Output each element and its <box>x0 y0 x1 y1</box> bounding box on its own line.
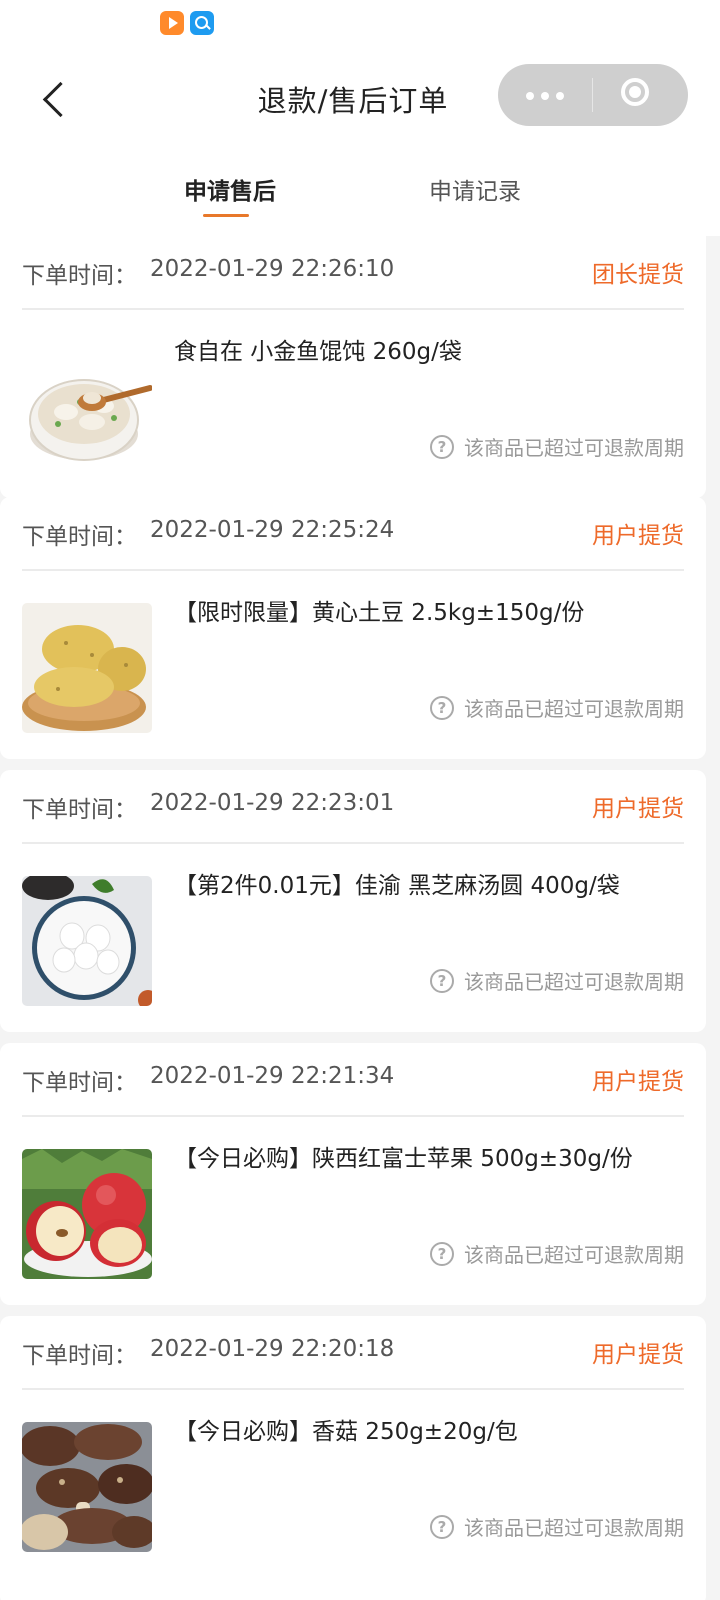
order-time-label: 下单时间： <box>22 797 137 823</box>
page: 退款/售后订单 申请售后 申请记录 下单时间： 2022-01-29 22:26… <box>0 0 720 1600</box>
apple-image[interactable] <box>22 1149 152 1279</box>
order-card[interactable]: 下单时间： 2022-01-29 22:20:18 用户提货 【今日必购】香菇 … <box>0 1316 706 1600</box>
page-title: 退款/售后订单 <box>257 84 449 118</box>
more-dot-icon <box>541 92 549 100</box>
divider <box>22 1115 684 1117</box>
order-time-label: 下单时间： <box>22 1070 137 1096</box>
product-title: 【第2件0.01元】佳渝 黑芝麻汤圆 400g/袋 <box>174 873 620 899</box>
question-circle-icon: ? <box>430 1514 454 1539</box>
product-title: 【限时限量】黄心土豆 2.5kg±150g/份 <box>174 600 585 626</box>
pickup-type-badge: 团长提货 <box>592 262 684 288</box>
mushroom-image[interactable] <box>22 1422 152 1552</box>
refund-period-notice[interactable]: ? 该商品已超过可退款周期 <box>430 432 684 461</box>
divider <box>22 308 684 310</box>
question-circle-icon: ? <box>430 968 454 993</box>
tab-apply-after-sale[interactable]: 申请售后 <box>160 172 300 206</box>
product-title: 【今日必购】陕西红富士苹果 500g±30g/份 <box>174 1146 633 1172</box>
potato-image[interactable] <box>22 603 152 733</box>
pickup-type-badge: 用户提货 <box>592 796 684 822</box>
wonton-soup-image[interactable] <box>22 342 152 472</box>
more-dot-icon <box>556 92 564 100</box>
question-circle-icon: ? <box>430 434 454 459</box>
notice-text: 该商品已超过可退款周期 <box>464 436 684 460</box>
video-app-icon <box>160 11 184 35</box>
question-circle-icon: ? <box>430 695 454 720</box>
order-time: 2022-01-29 22:25:24 <box>150 517 395 543</box>
pickup-type-badge: 用户提货 <box>592 1342 684 1368</box>
order-time: 2022-01-29 22:23:01 <box>150 790 395 816</box>
divider <box>22 842 684 844</box>
notice-text: 该商品已超过可退款周期 <box>464 1243 684 1267</box>
order-time: 2022-01-29 22:20:18 <box>150 1336 395 1362</box>
order-time-label: 下单时间： <box>22 524 137 550</box>
refund-period-notice[interactable]: ? 该商品已超过可退款周期 <box>430 693 684 722</box>
product-title: 食自在 小金鱼馄饨 260g/袋 <box>174 339 462 365</box>
refund-period-notice[interactable]: ? 该商品已超过可退款周期 <box>430 966 684 995</box>
order-card[interactable]: 下单时间： 2022-01-29 22:23:01 用户提货 【第2件0.01元… <box>0 770 706 1032</box>
close-mini-program-icon[interactable] <box>594 64 688 126</box>
order-card[interactable]: 下单时间： 2022-01-29 22:26:10 团长提货 食自在 小金鱼馄饨… <box>0 236 706 498</box>
capsule-divider <box>592 78 593 112</box>
order-time-label: 下单时间： <box>22 1343 137 1369</box>
refund-period-notice[interactable]: ? 该商品已超过可退款周期 <box>430 1512 684 1541</box>
pickup-type-badge: 用户提货 <box>592 1069 684 1095</box>
notice-text: 该商品已超过可退款周期 <box>464 970 684 994</box>
tab-application-records[interactable]: 申请记录 <box>405 172 545 206</box>
search-app-icon <box>190 11 214 35</box>
order-time: 2022-01-29 22:26:10 <box>150 256 395 282</box>
tangyuan-image[interactable] <box>22 876 152 1006</box>
order-time: 2022-01-29 22:21:34 <box>150 1063 395 1089</box>
divider <box>22 1388 684 1390</box>
notice-text: 该商品已超过可退款周期 <box>464 1516 684 1540</box>
question-circle-icon: ? <box>430 1241 454 1266</box>
pickup-type-badge: 用户提货 <box>592 523 684 549</box>
order-card[interactable]: 下单时间： 2022-01-29 22:25:24 用户提货 【限时限量】黄心土… <box>0 497 706 759</box>
notice-text: 该商品已超过可退款周期 <box>464 697 684 721</box>
divider <box>22 569 684 571</box>
order-card[interactable]: 下单时间： 2022-01-29 22:21:34 用户提货 【今日必购】陕西红… <box>0 1043 706 1305</box>
mini-program-capsule <box>498 64 688 126</box>
refund-period-notice[interactable]: ? 该商品已超过可退款周期 <box>430 1239 684 1268</box>
more-menu-button[interactable] <box>498 64 592 126</box>
order-time-label: 下单时间： <box>22 263 137 289</box>
status-icons <box>160 11 214 35</box>
active-tab-indicator <box>203 214 249 217</box>
top-bar: 退款/售后订单 申请售后 申请记录 <box>0 0 720 236</box>
back-arrow-icon[interactable] <box>30 76 80 126</box>
more-dot-icon <box>526 92 534 100</box>
product-title: 【今日必购】香菇 250g±20g/包 <box>174 1419 518 1445</box>
